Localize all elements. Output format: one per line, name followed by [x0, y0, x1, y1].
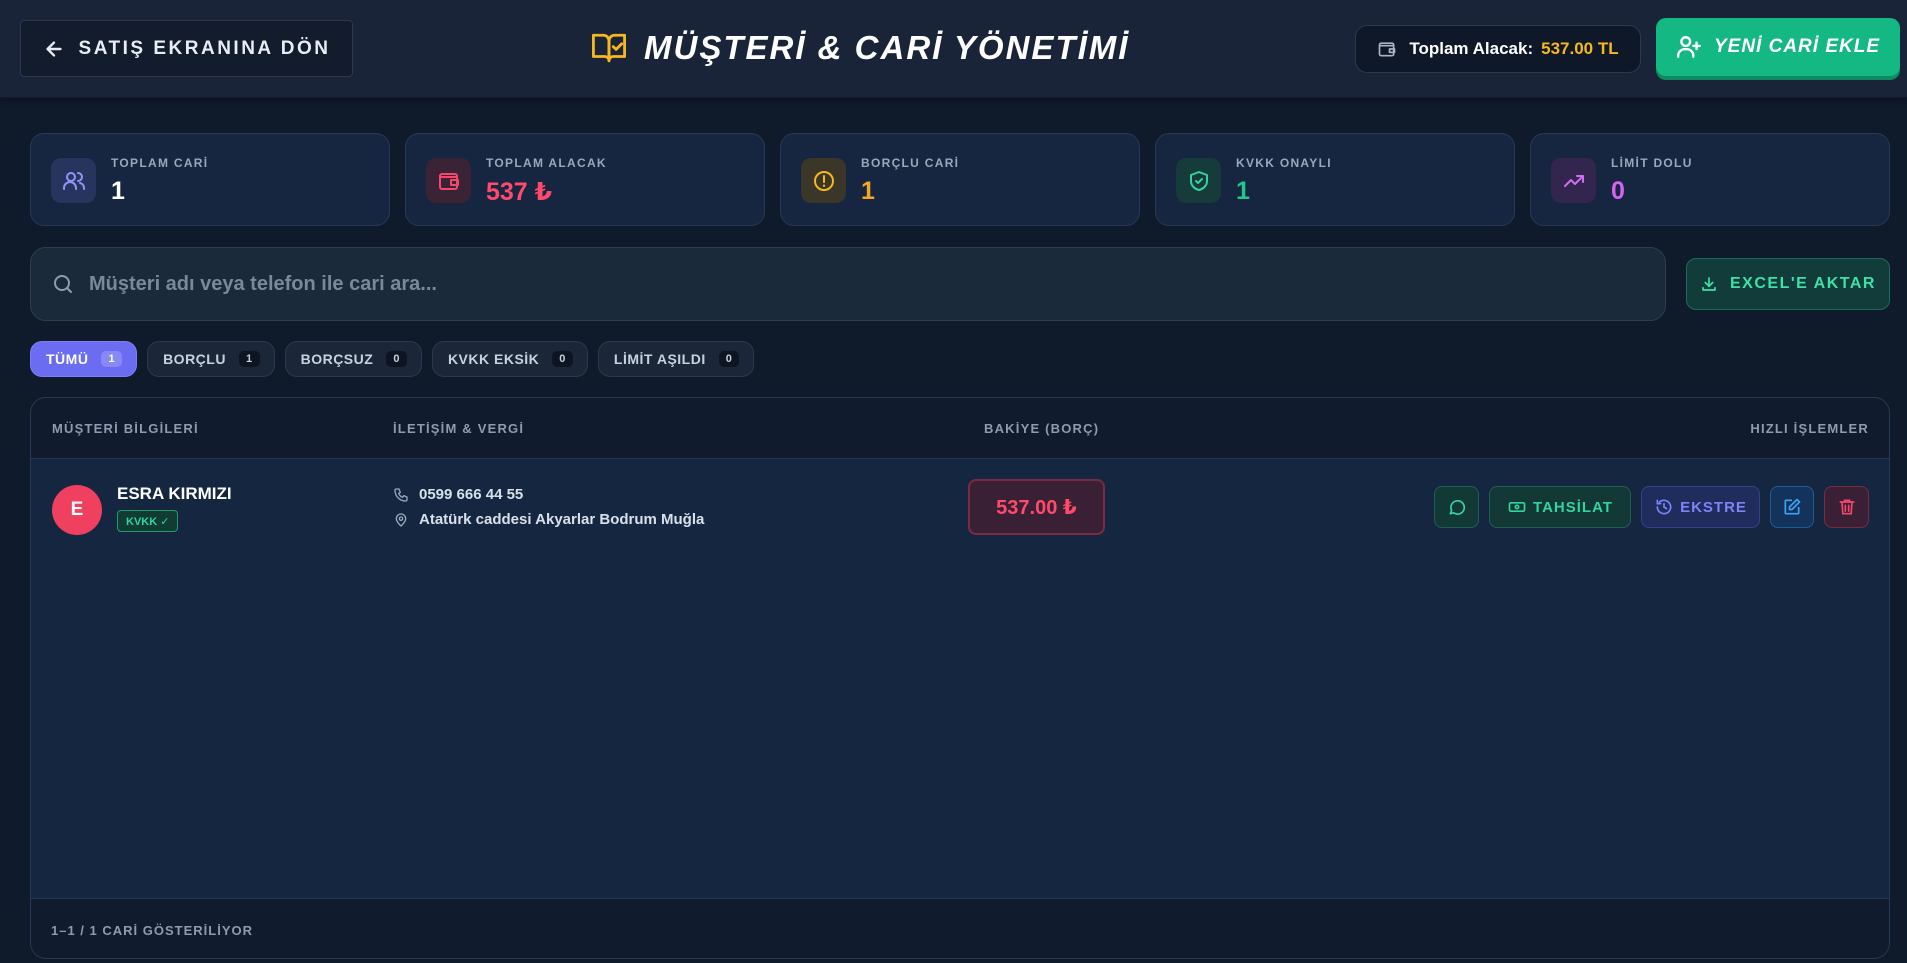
stat-card-limit-full: LİMİT DOLU 0 — [1530, 133, 1890, 226]
shield-check-icon — [1176, 158, 1221, 203]
page-title: MÜŞTERİ & CARİ YÖNETİMİ — [590, 26, 1129, 70]
avatar: E — [52, 485, 102, 535]
customer-name: ESRA KIRMIZI — [117, 484, 232, 503]
column-header-customer: MÜŞTERİ BİLGİLERİ — [52, 421, 199, 436]
accounts-table: MÜŞTERİ BİLGİLERİ İLETİŞİM & VERGİ BAKİY… — [30, 397, 1890, 959]
filter-tab-no-debt[interactable]: BORÇSUZ 0 — [284, 341, 422, 377]
collection-label: TAHSİLAT — [1533, 498, 1613, 516]
column-header-balance: BAKİYE (BORÇ) — [984, 421, 1100, 436]
users-icon — [51, 158, 96, 203]
filter-tab-label: BORÇSUZ — [300, 351, 374, 367]
search-input[interactable] — [89, 272, 1665, 296]
filter-tab-all[interactable]: TÜMÜ 1 — [30, 341, 138, 377]
book-check-icon — [592, 33, 626, 63]
filter-tab-label: LİMİT AŞILDI — [613, 351, 706, 367]
search-box — [30, 247, 1666, 321]
table-footer: 1–1 / 1 CARİ GÖSTERİLİYOR — [31, 898, 1889, 958]
total-receivable-value: 537.00 TL — [1541, 39, 1619, 58]
add-new-account-label: YENİ CARİ EKLE — [1713, 36, 1881, 57]
history-icon — [1656, 499, 1672, 515]
statement-label: EKSTRE — [1680, 498, 1747, 516]
stat-card-debtor-accounts: BORÇLU CARİ 1 — [780, 133, 1140, 226]
phone-icon — [394, 487, 408, 502]
trending-up-icon — [1551, 158, 1596, 203]
stat-card-total-receivable: TOPLAM ALACAK 537 ₺ — [405, 133, 765, 226]
stat-value: 537 ₺ — [486, 178, 553, 206]
table-header: MÜŞTERİ BİLGİLERİ İLETİŞİM & VERGİ BAKİY… — [31, 398, 1889, 459]
total-receivable-label: Toplam Alacak: — [1409, 39, 1534, 58]
collection-button[interactable]: TAHSİLAT — [1489, 486, 1631, 528]
wallet-icon — [426, 158, 471, 203]
filter-tab-count: 0 — [386, 351, 407, 367]
wallet-icon — [1379, 42, 1396, 57]
delete-button[interactable] — [1824, 486, 1869, 528]
stat-value: 1 — [1236, 177, 1250, 205]
download-icon — [1702, 277, 1716, 291]
stat-card-kvkk-approved: KVKK ONAYLI 1 — [1155, 133, 1515, 226]
stat-value: 1 — [111, 177, 125, 205]
stat-label: TOPLAM ALACAK — [486, 156, 607, 170]
filter-tab-label: KVKK EKSİK — [447, 351, 540, 367]
address-line: Atatürk caddesi Akyarlar Bodrum Muğla — [393, 511, 704, 528]
alert-circle-icon — [801, 158, 846, 203]
quick-actions: TAHSİLAT EKSTRE — [1434, 486, 1869, 528]
column-header-actions: HIZLI İŞLEMLER — [1750, 421, 1869, 436]
page-title-text: MÜŞTERİ & CARİ YÖNETİMİ — [644, 29, 1130, 66]
phone-number: 0599 666 44 55 — [419, 486, 524, 503]
filter-tabs: TÜMÜ 1 BORÇLU 1 BORÇSUZ 0 KVKK EKSİK 0 L… — [30, 341, 755, 377]
filter-tab-count: 0 — [552, 351, 573, 367]
banknote-icon — [1508, 502, 1526, 512]
stat-value: 0 — [1611, 177, 1625, 205]
stat-card-total-accounts: TOPLAM CARİ 1 — [30, 133, 390, 226]
filter-tab-label: BORÇLU — [163, 351, 226, 367]
phone-line: 0599 666 44 55 — [393, 486, 523, 503]
pagination-info: 1–1 / 1 CARİ GÖSTERİLİYOR — [51, 923, 253, 938]
top-bar: SATIŞ EKRANINA DÖN MÜŞTERİ & CARİ YÖNETİ… — [0, 0, 1907, 98]
trash-icon — [1839, 499, 1854, 515]
edit-button[interactable] — [1770, 486, 1814, 528]
back-button-label: SATIŞ EKRANINA DÖN — [78, 37, 331, 59]
address-text: Atatürk caddesi Akyarlar Bodrum Muğla — [419, 511, 705, 528]
stat-value: 1 — [861, 177, 875, 205]
arrow-left-icon — [45, 40, 62, 57]
statement-button[interactable]: EKSTRE — [1641, 486, 1760, 528]
filter-tab-count: 0 — [718, 351, 740, 367]
total-receivable-pill: Toplam Alacak: 537.00 TL — [1355, 25, 1641, 73]
add-new-account-button[interactable]: YENİ CARİ EKLE — [1656, 18, 1900, 76]
edit-icon — [1784, 498, 1801, 515]
filter-tab-count: 1 — [238, 351, 260, 367]
filter-tab-label: TÜMÜ — [46, 351, 89, 367]
export-excel-label: EXCEL'E AKTAR — [1730, 275, 1876, 292]
table-row[interactable]: E ESRA KIRMIZI KVKK ✓ 0599 666 44 55 Ata… — [31, 459, 1889, 559]
search-icon — [54, 275, 72, 293]
filter-tab-limit-exceeded[interactable]: LİMİT AŞILDI 0 — [597, 341, 755, 377]
filter-tab-kvkk-missing[interactable]: KVKK EKSİK 0 — [431, 341, 588, 377]
map-pin-icon — [395, 512, 407, 527]
export-excel-button[interactable]: EXCEL'E AKTAR — [1686, 258, 1890, 310]
kvkk-badge: KVKK ✓ — [117, 510, 179, 532]
message-button[interactable] — [1434, 486, 1479, 528]
stat-label: LİMİT DOLU — [1611, 156, 1693, 170]
filter-tab-debtor[interactable]: BORÇLU 1 — [147, 341, 275, 377]
stat-label: KVKK ONAYLI — [1236, 156, 1332, 170]
balance-badge: 537.00 ₺ — [968, 479, 1105, 535]
message-circle-icon — [1449, 499, 1465, 515]
user-plus-icon — [1676, 36, 1702, 58]
column-header-contact: İLETİŞİM & VERGİ — [393, 421, 525, 436]
stats-row: TOPLAM CARİ 1 TOPLAM ALACAK 537 ₺ BORÇLU… — [30, 133, 1890, 226]
stat-label: BORÇLU CARİ — [861, 156, 960, 170]
back-to-sales-button[interactable]: SATIŞ EKRANINA DÖN — [20, 20, 353, 77]
stat-label: TOPLAM CARİ — [111, 156, 209, 170]
filter-tab-count: 1 — [101, 351, 123, 367]
